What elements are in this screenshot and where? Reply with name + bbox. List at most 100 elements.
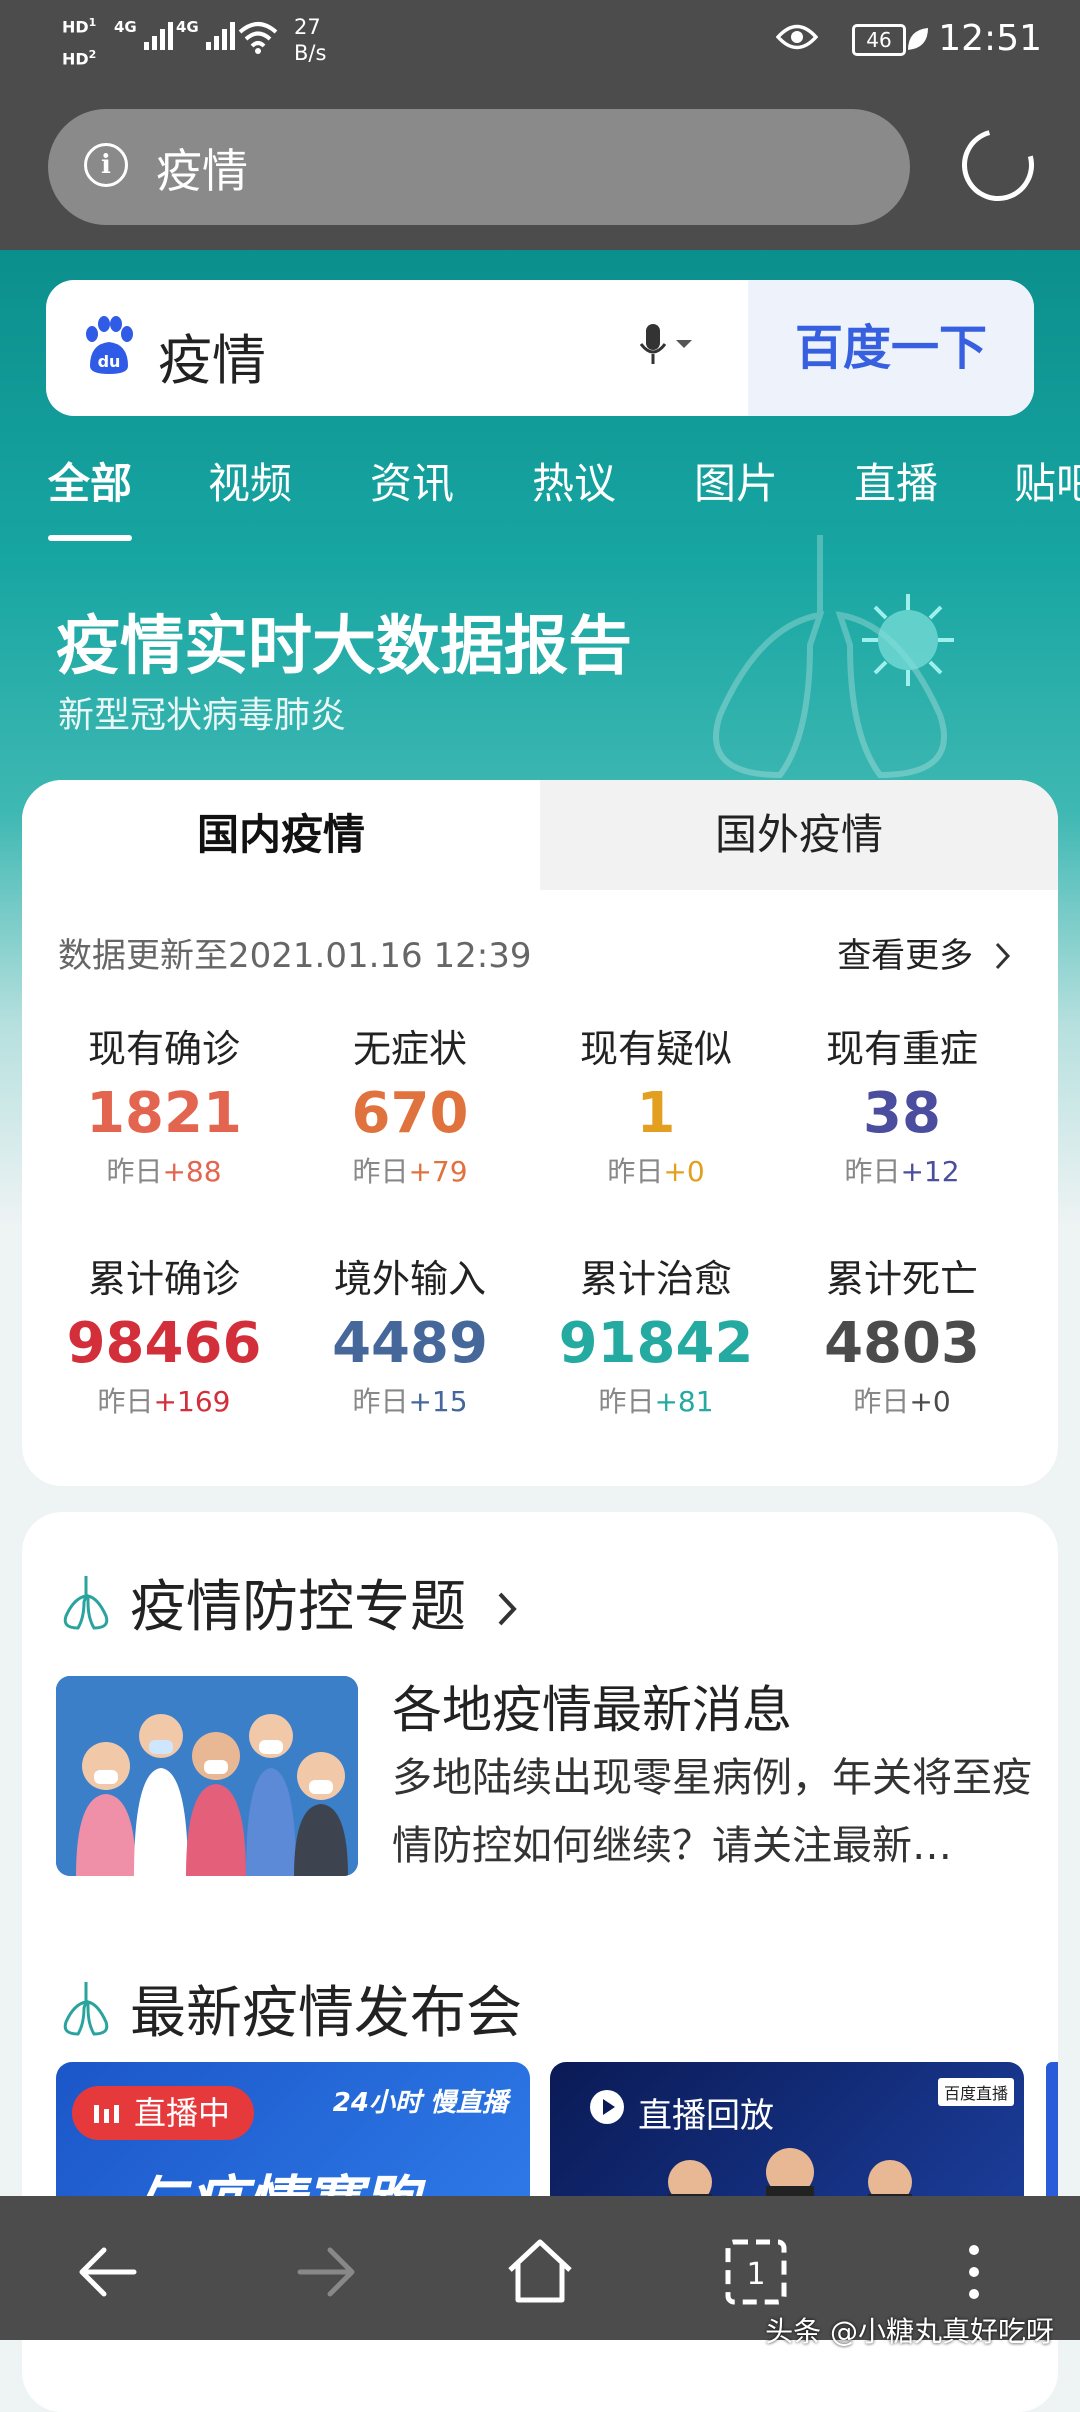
tab-tieba[interactable]: 贴吧: [1014, 450, 1080, 511]
tab-images[interactable]: 图片: [694, 450, 778, 511]
tab-domestic-epidemic[interactable]: 国内疫情: [22, 780, 540, 890]
home-icon[interactable]: [500, 2232, 580, 2312]
microphone-icon[interactable]: [636, 316, 696, 376]
stat-item: 累计确诊 98466 昨日+169: [44, 1248, 284, 1420]
page-title: 疫情实时大数据报告: [56, 610, 632, 684]
stat-value: 4803: [824, 1311, 980, 1376]
stat-value: 98466: [66, 1311, 262, 1376]
stat-delta-prefix: 昨日: [97, 1385, 154, 1418]
stat-delta-value: +81: [654, 1385, 714, 1418]
stat-item: 境外输入 4489 昨日+15: [290, 1248, 530, 1420]
live-stream-card[interactable]: 直播中 24小时 慢直播 与疫情赛跑: [56, 2062, 530, 2212]
stat-value: 4489: [332, 1311, 488, 1376]
signal-icon-1: 4G: [114, 18, 176, 56]
search-button[interactable]: 百度一下: [748, 280, 1034, 416]
tab-discussion[interactable]: 热议: [532, 450, 616, 511]
stat-delta-prefix: 昨日: [607, 1155, 664, 1188]
news-description: 多地陆续出现零星病例，年关将至疫情防控如何继续？请关注最新…: [392, 1755, 1032, 1869]
stat-delta-value: +0: [909, 1385, 951, 1418]
stat-delta-value: +12: [900, 1155, 960, 1188]
replay-card[interactable]: 直播回放 百度直播: [550, 2062, 1024, 2212]
stat-value: 670: [351, 1081, 469, 1146]
search-box: du 疫情 百度一下: [46, 280, 1034, 416]
back-icon[interactable]: [70, 2232, 150, 2312]
stat-label: 境外输入: [333, 1257, 486, 1301]
stat-label: 现有确诊: [87, 1027, 240, 1071]
chevron-right-icon: [995, 942, 1011, 970]
replay-label: 直播回放: [638, 2096, 774, 2136]
stat-delta-prefix: 昨日: [853, 1385, 910, 1418]
lungs-icon: [63, 1576, 109, 1630]
stat-delta-value: +88: [162, 1155, 222, 1188]
stat-value: 38: [863, 1081, 941, 1146]
stat-delta-prefix: 昨日: [844, 1155, 901, 1188]
stat-delta: 昨日+15: [290, 1380, 530, 1420]
tabs-icon[interactable]: 1: [716, 2232, 796, 2312]
stat-delta-value: +0: [663, 1155, 705, 1188]
masked-people-illustration-icon: [56, 1676, 358, 1876]
update-time: 数据更新至2021.01.16 12:39: [58, 936, 532, 976]
stat-delta: 昨日+169: [44, 1380, 284, 1420]
stat-delta-prefix: 昨日: [352, 1385, 409, 1418]
stat-delta: 昨日+81: [536, 1380, 776, 1420]
news-title[interactable]: 各地疫情最新消息: [392, 1670, 792, 1742]
stat-label: 累计确诊: [87, 1257, 240, 1301]
chevron-right-icon: [498, 1592, 517, 1626]
lungs-icon: [63, 1982, 109, 2036]
stat-item: 现有重症 38 昨日+12: [782, 1018, 1022, 1190]
url-field[interactable]: i 疫情: [48, 109, 910, 225]
tab-foreign-epidemic[interactable]: 国外疫情: [540, 780, 1058, 890]
topic-section-link[interactable]: 疫情防控专题: [130, 1562, 520, 1643]
tab-video[interactable]: 视频: [208, 450, 292, 511]
stat-label: 累计治愈: [579, 1257, 732, 1301]
stat-delta-prefix: 昨日: [352, 1155, 409, 1188]
clock: 12:51: [938, 18, 1042, 59]
leaf-icon: [906, 26, 930, 56]
hd-indicator-1: HD1: [62, 16, 97, 37]
svg-text:1: 1: [746, 2257, 765, 2292]
tab-live[interactable]: 直播: [854, 450, 938, 511]
stat-item: 现有确诊 1821 昨日+88: [44, 1018, 284, 1190]
stat-delta-value: +15: [408, 1385, 468, 1418]
stat-label: 无症状: [352, 1027, 467, 1071]
see-more-link[interactable]: 查看更多: [837, 928, 1014, 977]
page-subtitle: 新型冠状病毒肺炎: [58, 695, 347, 736]
live-brand: 24小时 慢直播: [332, 2088, 508, 2118]
svg-text:du: du: [98, 352, 121, 371]
battery-icon: 46: [852, 24, 906, 56]
tab-news[interactable]: 资讯: [370, 450, 454, 511]
replay-brand: 百度直播: [937, 2078, 1014, 2106]
stat-delta: 昨日+88: [44, 1150, 284, 1190]
stat-delta-value: +79: [408, 1155, 468, 1188]
next-card-edge: [1046, 2062, 1058, 2212]
stat-label: 现有重症: [825, 1027, 978, 1071]
virus-icon: [862, 594, 954, 686]
info-icon[interactable]: i: [84, 143, 128, 187]
forward-icon[interactable]: [284, 2232, 364, 2312]
stat-delta-value: +169: [153, 1385, 231, 1418]
stat-item: 累计治愈 91842 昨日+81: [536, 1248, 776, 1420]
stat-delta: 昨日+12: [782, 1150, 1022, 1190]
search-input[interactable]: 疫情: [158, 316, 266, 395]
stat-delta-prefix: 昨日: [106, 1155, 163, 1188]
more-menu-icon[interactable]: [934, 2232, 1014, 2312]
live-badge: 直播中: [72, 2086, 255, 2140]
active-tab-indicator: [48, 535, 132, 541]
stat-item: 无症状 670 昨日+79: [290, 1018, 530, 1190]
status-bar: HD1 HD2 4G 4G 27 B/s 46 12:51: [0, 0, 1080, 105]
url-text[interactable]: 疫情: [156, 135, 248, 201]
stat-delta-prefix: 昨日: [598, 1385, 655, 1418]
news-thumbnail[interactable]: [56, 1676, 358, 1876]
stat-label: 累计死亡: [825, 1257, 978, 1301]
stat-delta: 昨日+0: [782, 1380, 1022, 1420]
browser-address-bar: i 疫情: [0, 105, 1080, 250]
refresh-icon[interactable]: [948, 115, 1048, 215]
stat-label: 现有疑似: [579, 1027, 732, 1071]
stat-delta: 昨日+79: [290, 1150, 530, 1190]
tab-all[interactable]: 全部: [48, 450, 132, 511]
play-icon: [590, 2090, 624, 2124]
hd-indicator-2: HD2: [62, 48, 97, 69]
baidu-paw-icon: du: [86, 316, 133, 374]
result-tabs: 全部 视频 资讯 热议 图片 直播 贴吧: [0, 450, 1080, 550]
stat-delta: 昨日+0: [536, 1150, 776, 1190]
